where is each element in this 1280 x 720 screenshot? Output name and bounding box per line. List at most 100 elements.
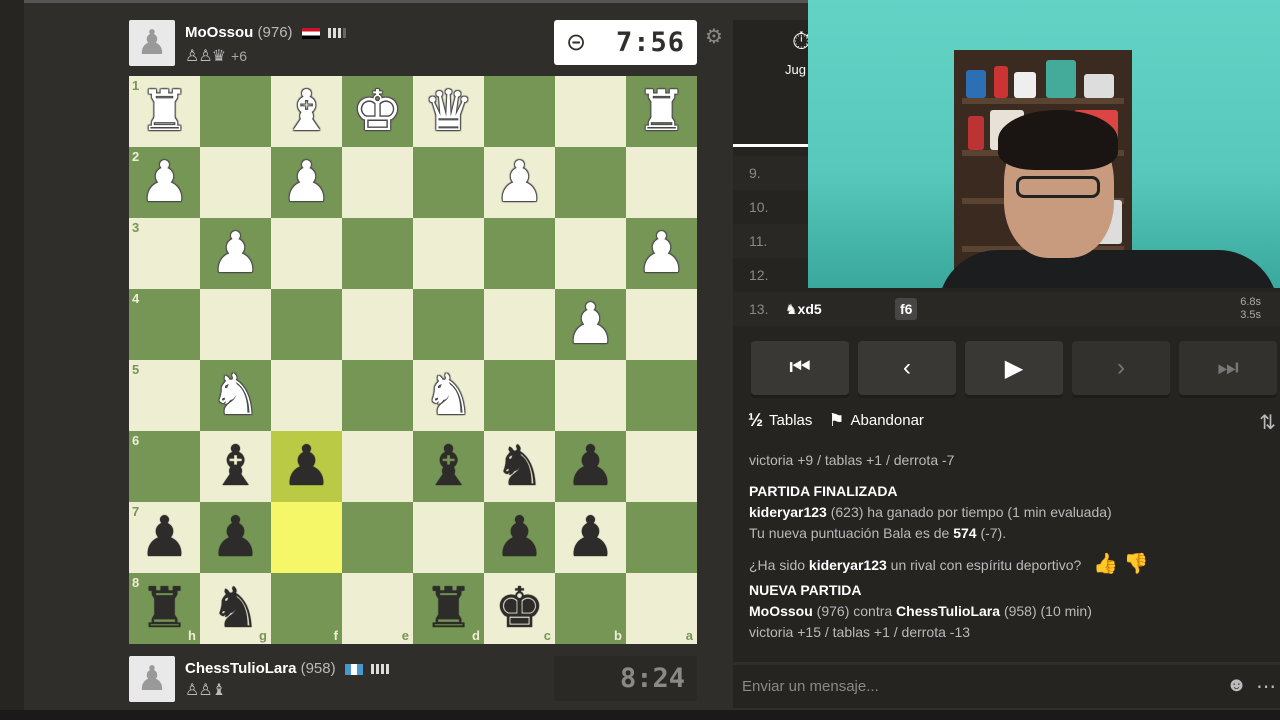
board-square-h4[interactable]: 4 bbox=[129, 289, 200, 360]
board-square-g4[interactable] bbox=[200, 289, 271, 360]
gear-icon[interactable]: ⚙ bbox=[705, 24, 723, 49]
black-bishop-icon[interactable]: ♝ bbox=[210, 438, 260, 495]
board-square-a5[interactable] bbox=[626, 360, 697, 431]
board-square-h5[interactable]: 5 bbox=[129, 360, 200, 431]
board-square-f3[interactable] bbox=[271, 218, 342, 289]
sport-opponent-name[interactable]: kideryar123 bbox=[809, 557, 887, 573]
black-pawn-icon[interactable]: ♟ bbox=[139, 509, 189, 566]
board-square-a7[interactable] bbox=[626, 502, 697, 573]
white-knight-icon[interactable]: ♞ bbox=[210, 367, 260, 424]
board-square-d8[interactable]: d ♜ bbox=[413, 573, 484, 644]
top-player-name[interactable]: MoOssou bbox=[185, 24, 253, 41]
board-square-a8[interactable]: a bbox=[626, 573, 697, 644]
new-game-player2[interactable]: ChessTulioLara bbox=[896, 603, 1000, 619]
flag-icon[interactable]: ⚑ bbox=[828, 410, 844, 431]
board-square-h3[interactable]: 3 bbox=[129, 218, 200, 289]
board-square-g6[interactable]: ♝ bbox=[200, 431, 271, 502]
board-square-f6[interactable]: ♟ bbox=[271, 431, 342, 502]
board-square-e5[interactable] bbox=[342, 360, 413, 431]
board-square-e1[interactable]: ♚ bbox=[342, 76, 413, 147]
black-rook-icon[interactable]: ♜ bbox=[423, 580, 473, 637]
board-square-e4[interactable] bbox=[342, 289, 413, 360]
board-square-g8[interactable]: g ♞ bbox=[200, 573, 271, 644]
previous-move-button[interactable]: ‹ bbox=[858, 341, 956, 395]
bottom-player-name[interactable]: ChessTulioLara bbox=[185, 660, 296, 677]
white-pawn-icon[interactable]: ♟ bbox=[636, 225, 686, 282]
board-square-h1[interactable]: 1 ♜ bbox=[129, 76, 200, 147]
play-button[interactable]: ▶ bbox=[965, 341, 1063, 395]
board-square-e7[interactable] bbox=[342, 502, 413, 573]
emoji-icon[interactable]: ☻ bbox=[1226, 674, 1247, 697]
board-square-c7[interactable]: ♟ bbox=[484, 502, 555, 573]
last-move-button[interactable]: ⏭ bbox=[1179, 341, 1277, 395]
board-square-h6[interactable]: 6 bbox=[129, 431, 200, 502]
board-square-b5[interactable] bbox=[555, 360, 626, 431]
board-square-h2[interactable]: 2 ♟ bbox=[129, 147, 200, 218]
board-square-c5[interactable] bbox=[484, 360, 555, 431]
board-square-d5[interactable]: ♞ bbox=[413, 360, 484, 431]
black-pawn-icon[interactable]: ♟ bbox=[281, 438, 331, 495]
board-square-c3[interactable] bbox=[484, 218, 555, 289]
tab-play-label[interactable]: Jug bbox=[785, 62, 806, 77]
thumbs-up-icon[interactable]: 👍 bbox=[1093, 553, 1118, 575]
black-pawn-icon[interactable]: ♟ bbox=[565, 438, 615, 495]
white-pawn-icon[interactable]: ♟ bbox=[139, 154, 189, 211]
white-pawn-icon[interactable]: ♟ bbox=[565, 296, 615, 353]
resign-button[interactable]: Abandonar bbox=[851, 412, 924, 429]
white-rook-icon[interactable]: ♜ bbox=[139, 83, 189, 140]
board-square-g1[interactable] bbox=[200, 76, 271, 147]
board-square-g5[interactable]: ♞ bbox=[200, 360, 271, 431]
board-square-h7[interactable]: 7 ♟ bbox=[129, 502, 200, 573]
board-square-b2[interactable] bbox=[555, 147, 626, 218]
board-square-b4[interactable]: ♟ bbox=[555, 289, 626, 360]
flip-board-icon[interactable]: ⇅ bbox=[1259, 410, 1276, 435]
black-king-icon[interactable]: ♚ bbox=[494, 580, 544, 637]
board-square-d6[interactable]: ♝ bbox=[413, 431, 484, 502]
current-move[interactable]: f6 bbox=[895, 298, 918, 320]
board-square-f4[interactable] bbox=[271, 289, 342, 360]
board-square-a3[interactable]: ♟ bbox=[626, 218, 697, 289]
board-square-d2[interactable] bbox=[413, 147, 484, 218]
board-square-d3[interactable] bbox=[413, 218, 484, 289]
winner-name[interactable]: kideryar123 bbox=[749, 504, 827, 520]
board-square-a6[interactable] bbox=[626, 431, 697, 502]
board-square-f1[interactable]: ♝ bbox=[271, 76, 342, 147]
board-square-c8[interactable]: c ♚ bbox=[484, 573, 555, 644]
white-pawn-icon[interactable]: ♟ bbox=[210, 225, 260, 282]
top-player-info[interactable]: MoOssou (976) bbox=[185, 24, 348, 42]
bottom-player-avatar[interactable]: ♟ bbox=[129, 656, 175, 702]
board-square-f2[interactable]: ♟ bbox=[271, 147, 342, 218]
chess-board[interactable]: 1 ♜ ♝ ♚ ♛ ♜ 2 ♟ ♟ ♟ 3 ♟ ♟ 4 ♟ 5 ♞ ♞ 6 ♝ ♟ ♝ ♞ ♟ 7 ♟ ♟ ♟ ♟ 8 h ♜ g ♞ f e d ♜ c ♚… bbox=[129, 76, 697, 644]
white-pawn-icon[interactable]: ♟ bbox=[281, 154, 331, 211]
white-queen-icon[interactable]: ♛ bbox=[423, 83, 473, 140]
more-options-icon[interactable]: ⋯ bbox=[1256, 674, 1276, 699]
thumbs-down-icon[interactable]: 👎 bbox=[1124, 553, 1149, 575]
bottom-player-info[interactable]: ChessTulioLara (958) bbox=[185, 660, 391, 678]
black-bishop-icon[interactable]: ♝ bbox=[423, 438, 473, 495]
board-square-a2[interactable] bbox=[626, 147, 697, 218]
white-pawn-icon[interactable]: ♟ bbox=[494, 154, 544, 211]
draw-icon[interactable]: ½ bbox=[748, 410, 763, 431]
board-square-g2[interactable] bbox=[200, 147, 271, 218]
draw-button[interactable]: Tablas bbox=[769, 412, 812, 429]
board-square-b1[interactable] bbox=[555, 76, 626, 147]
board-square-e3[interactable] bbox=[342, 218, 413, 289]
board-square-f5[interactable] bbox=[271, 360, 342, 431]
board-square-d7[interactable] bbox=[413, 502, 484, 573]
board-square-c4[interactable] bbox=[484, 289, 555, 360]
board-square-a1[interactable]: ♜ bbox=[626, 76, 697, 147]
board-square-a4[interactable] bbox=[626, 289, 697, 360]
top-player-avatar[interactable]: ♟ bbox=[129, 20, 175, 66]
board-square-b7[interactable]: ♟ bbox=[555, 502, 626, 573]
new-game-player1[interactable]: MoOssou bbox=[749, 603, 813, 619]
next-move-button[interactable]: › bbox=[1072, 341, 1170, 395]
white-rook-icon[interactable]: ♜ bbox=[636, 83, 686, 140]
board-square-e8[interactable]: e bbox=[342, 573, 413, 644]
board-square-d1[interactable]: ♛ bbox=[413, 76, 484, 147]
board-square-d4[interactable] bbox=[413, 289, 484, 360]
board-square-h8[interactable]: 8 h ♜ bbox=[129, 573, 200, 644]
black-move[interactable]: f6 bbox=[895, 298, 955, 320]
white-king-icon[interactable]: ♚ bbox=[352, 83, 402, 140]
black-knight-icon[interactable]: ♞ bbox=[210, 580, 260, 637]
white-bishop-icon[interactable]: ♝ bbox=[281, 83, 331, 140]
